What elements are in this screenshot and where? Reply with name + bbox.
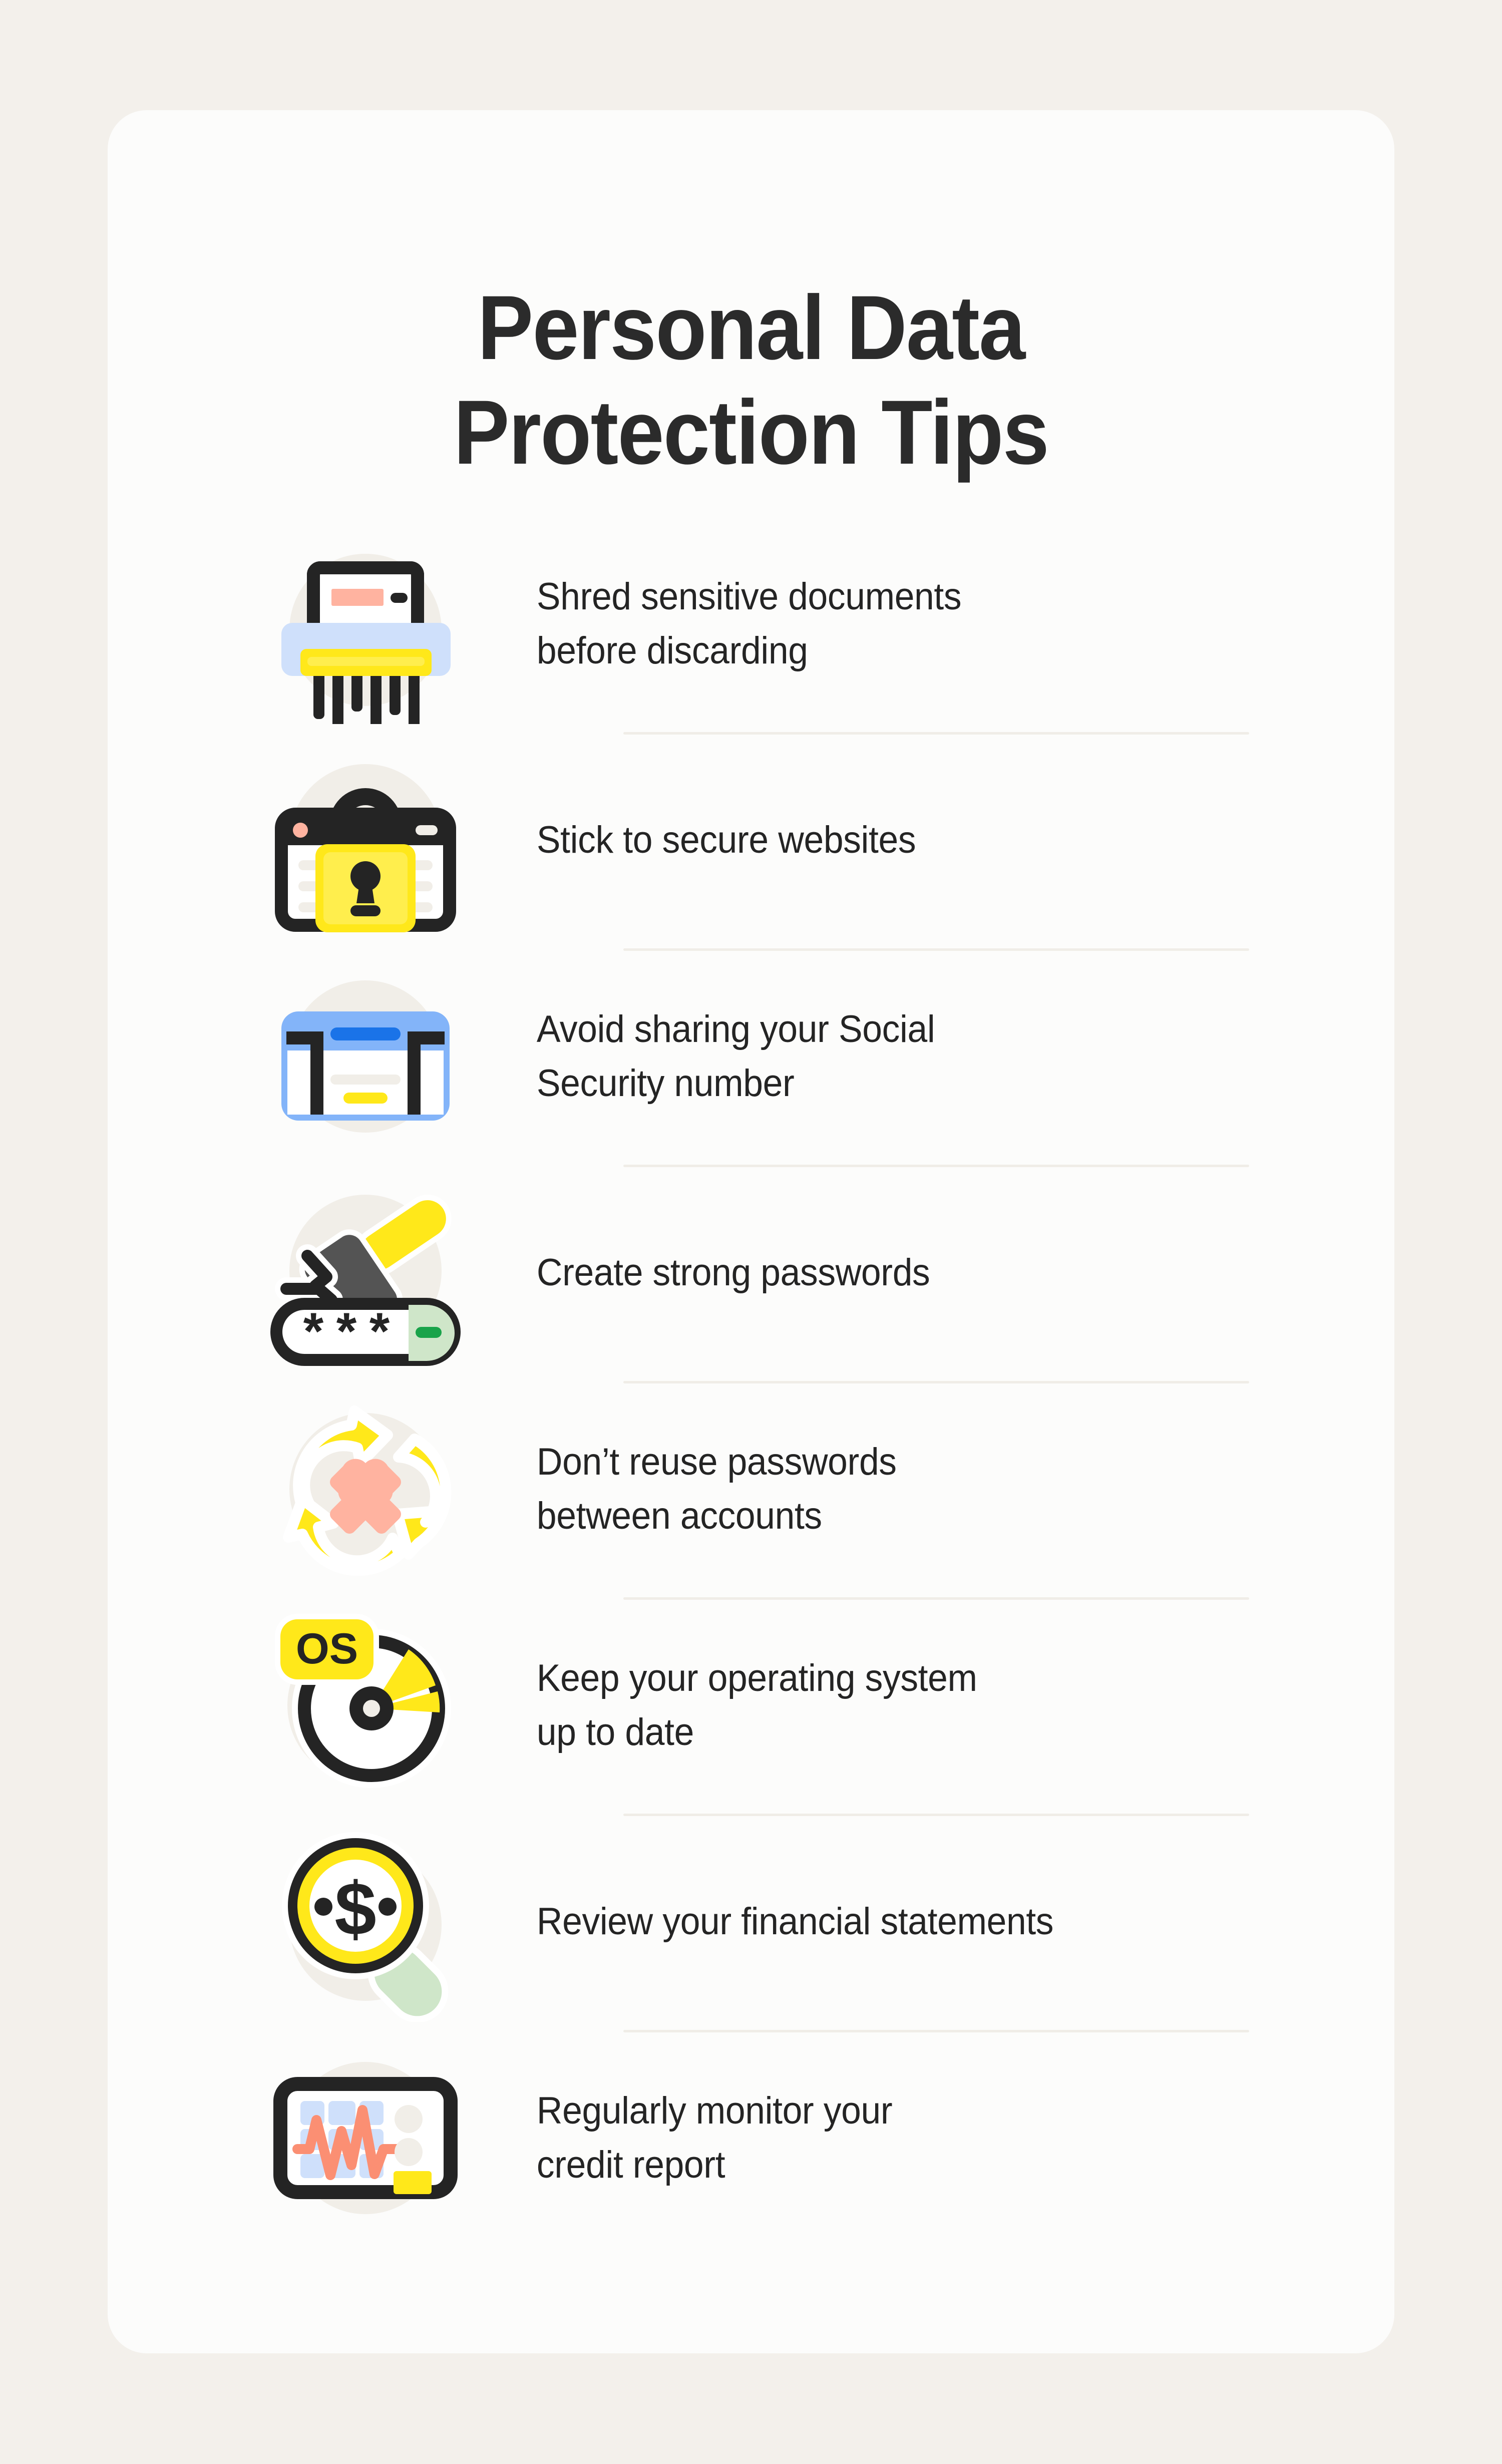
magnifier-dollar-icon: $ [265, 1822, 466, 2022]
hammer-password-icon: * * * [265, 1173, 466, 1373]
tip-text-line: between accounts [536, 1495, 822, 1537]
tip-text-line: before discarding [536, 629, 808, 672]
operating-system-disc-icon: OS [265, 1605, 466, 1806]
credit-report-monitor-icon [265, 2038, 466, 2238]
recycle-arrows-icon [265, 1389, 466, 1589]
tip-text-line: Avoid sharing your Social [536, 1008, 935, 1051]
svg-text:*: * [369, 1302, 390, 1360]
tip-text-line: up to date [536, 1711, 694, 1753]
paper-shredder-icon [265, 524, 466, 724]
tip-text: Shred sensitive documents before discard… [473, 570, 1203, 678]
tip-text-line: Stick to secure websites [536, 819, 916, 862]
tip-row: OS Keep your operating system up to date [258, 1597, 1249, 1814]
tip-icon-cell [258, 516, 473, 732]
tip-row: Stick to secure websites [258, 732, 1249, 948]
svg-text:*: * [303, 1302, 324, 1360]
tip-text-line: Create strong passwords [536, 1251, 930, 1294]
page-title-line-2: Protection Tips [453, 381, 1049, 484]
tip-row: Shred sensitive documents before discard… [258, 516, 1249, 732]
tip-text-line: credit report [536, 2144, 725, 2186]
infographic-card: Personal Data Protection Tips Shred sens… [108, 110, 1394, 2353]
tip-icon-cell [258, 2030, 473, 2246]
tip-icon-cell: * * * [258, 1165, 473, 1381]
tip-text: Stick to secure websites [473, 813, 1203, 867]
tip-text-line: Security number [536, 1062, 795, 1105]
tip-text: Don’t reuse passwords between accounts [473, 1435, 1203, 1543]
tip-icon-cell [258, 732, 473, 948]
tip-text-line: Keep your operating system [536, 1657, 977, 1700]
secure-website-lock-icon [265, 740, 466, 940]
tip-text: Review your financial statements [473, 1895, 1203, 1949]
tip-row: $ Review your financial statements [258, 1814, 1249, 2030]
tip-icon-cell: $ [258, 1814, 473, 2030]
social-security-card-icon [265, 956, 466, 1157]
tip-text-line: Shred sensitive documents [536, 575, 962, 618]
infographic-page: Personal Data Protection Tips Shred sens… [0, 0, 1502, 2464]
tip-text: Regularly monitor your credit report [473, 2084, 1203, 2192]
tip-row: * * * Create strong passwords [258, 1165, 1249, 1381]
tip-icon-cell [258, 948, 473, 1165]
tip-text: Keep your operating system up to date [473, 1651, 1203, 1759]
tip-icon-cell [258, 1381, 473, 1597]
page-title-line-1: Personal Data [477, 276, 1026, 379]
svg-text:$: $ [334, 1867, 376, 1951]
tip-icon-cell: OS [258, 1597, 473, 1814]
tips-list: Shred sensitive documents before discard… [108, 516, 1394, 2246]
tip-row: Regularly monitor your credit report [258, 2030, 1249, 2246]
tip-text-line: Regularly monitor your [536, 2089, 893, 2133]
tip-text-line: Don’t reuse passwords [536, 1441, 897, 1484]
tip-row: Avoid sharing your Social Security numbe… [258, 948, 1249, 1165]
tip-text-line: Review your financial statements [536, 1900, 1054, 1943]
tip-row: Don’t reuse passwords between accounts [258, 1381, 1249, 1597]
tip-text: Create strong passwords [473, 1246, 1203, 1300]
os-badge-label: OS [296, 1625, 358, 1673]
page-title: Personal Data Protection Tips [108, 275, 1394, 485]
tip-text: Avoid sharing your Social Security numbe… [473, 1002, 1203, 1111]
svg-text:*: * [336, 1302, 357, 1360]
